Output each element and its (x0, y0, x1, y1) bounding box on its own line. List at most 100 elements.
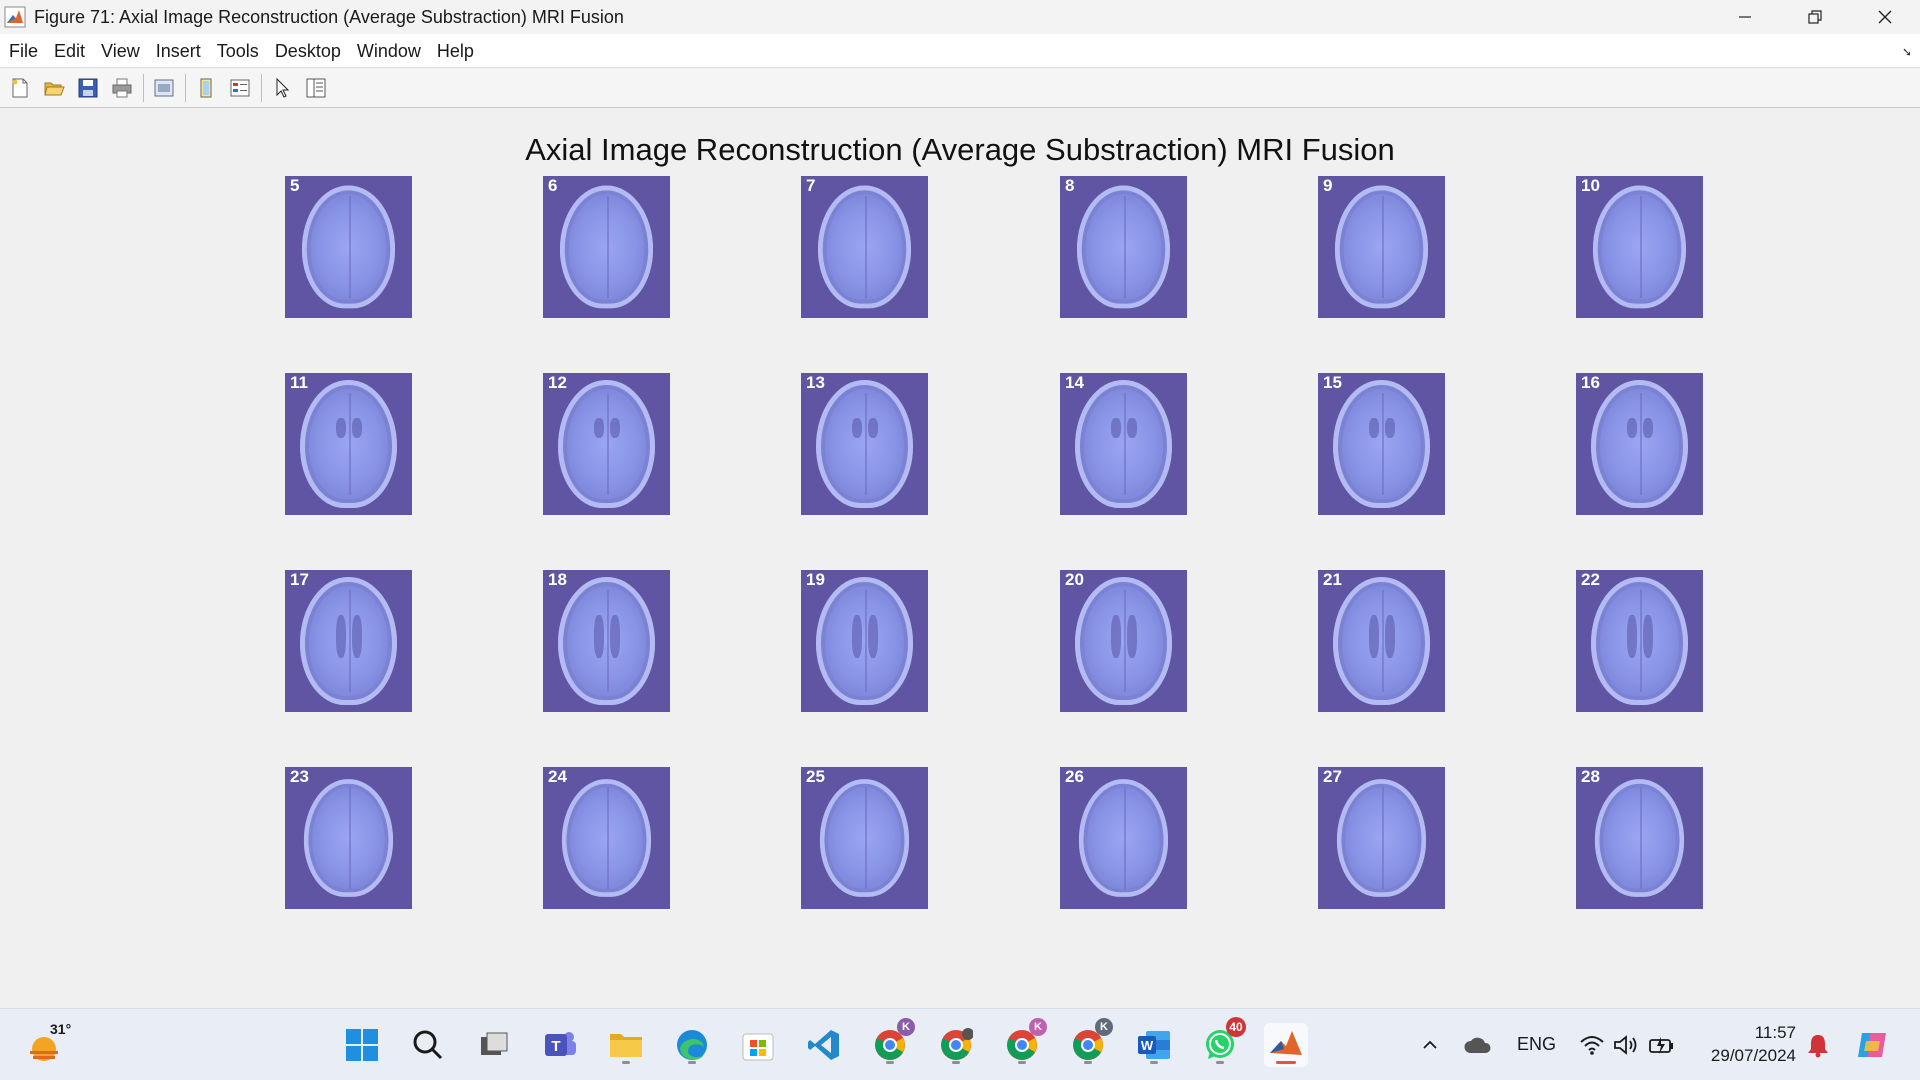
window-titlebar: Figure 71: Axial Image Reconstruction (A… (0, 0, 1920, 34)
clock-time: 11:57 (1754, 1023, 1796, 1042)
insert-legend-button[interactable] (225, 73, 255, 103)
mri-slice-tile: 16 (1576, 373, 1703, 515)
brain-midline (348, 589, 351, 693)
property-inspector-icon (306, 78, 326, 97)
open-file-button[interactable] (39, 73, 69, 103)
brain-ventricle (593, 615, 604, 659)
figure-toolbar (0, 68, 1920, 108)
brain-midline (864, 392, 867, 496)
toolbar-separator (143, 73, 144, 102)
task-view-button[interactable] (472, 1023, 516, 1067)
brain-midline (348, 786, 351, 890)
minimize-button[interactable] (1710, 0, 1780, 34)
brain-midline (1381, 392, 1384, 496)
chrome-button-profile-k2[interactable]: K (1000, 1018, 1047, 1067)
vscode-button[interactable] (802, 1023, 846, 1067)
save-icon (78, 78, 98, 97)
brain-midline (1381, 195, 1384, 299)
slice-number-label: 11 (290, 373, 308, 392)
slice-number-label: 15 (1323, 373, 1342, 392)
brain-midline (864, 786, 867, 890)
menu-help[interactable]: Help (429, 34, 482, 68)
menu-bar: File Edit View Insert Tools Desktop Wind… (0, 34, 1920, 68)
battery-button[interactable] (1640, 1023, 1684, 1067)
slice-number-label: 25 (806, 767, 825, 786)
whatsapp-button[interactable]: 40 (1198, 1017, 1246, 1067)
notification-badge: 40 (1226, 1017, 1246, 1037)
brain-ventricle (1626, 418, 1637, 439)
print-preview-button[interactable] (149, 73, 179, 103)
menu-window[interactable]: Window (349, 34, 429, 68)
print-button[interactable] (107, 73, 137, 103)
close-button[interactable] (1850, 0, 1920, 34)
menu-view[interactable]: View (93, 34, 148, 68)
system-clock[interactable]: 11:57 29/07/2024 (1711, 1021, 1796, 1067)
word-button[interactable]: W (1132, 1023, 1176, 1067)
bell-icon (1808, 1035, 1828, 1058)
matlab-button[interactable] (1264, 1023, 1308, 1067)
dock-arrow-icon[interactable]: ➘ (1902, 45, 1912, 59)
open-file-icon (44, 82, 65, 95)
link-plot-button[interactable] (191, 73, 221, 103)
search-icon (413, 1030, 443, 1060)
chrome-button-profile-incognito[interactable] (934, 1023, 978, 1067)
running-indicator (1150, 1061, 1158, 1064)
menu-tools[interactable]: Tools (209, 34, 267, 68)
copilot-icon (1858, 1033, 1886, 1057)
running-indicator (622, 1061, 630, 1064)
teams-button[interactable]: T (538, 1023, 582, 1067)
file-explorer-button[interactable] (604, 1023, 648, 1067)
edit-plot-arrow-icon (276, 77, 290, 98)
save-button[interactable] (73, 73, 103, 103)
slice-number-label: 14 (1065, 373, 1084, 392)
notifications-button[interactable] (1796, 1023, 1840, 1067)
mri-slice-tile: 21 (1318, 570, 1445, 712)
slice-number-label: 27 (1323, 767, 1342, 786)
slice-number-label: 7 (806, 176, 816, 195)
language-indicator[interactable]: ENG (1517, 1034, 1556, 1055)
menu-desktop[interactable]: Desktop (267, 34, 349, 68)
brain-ventricle (851, 615, 862, 659)
running-indicator (1084, 1061, 1092, 1064)
speaker-icon (1614, 1035, 1637, 1055)
mri-slice-tile: 26 (1060, 767, 1187, 909)
mri-slice-tile: 6 (543, 176, 670, 318)
mri-slice-tile: 18 (543, 570, 670, 712)
cloud-icon (1464, 1037, 1491, 1053)
edge-button[interactable] (670, 1023, 714, 1067)
chrome-button-profile-k3[interactable]: K (1066, 1018, 1113, 1067)
start-button[interactable] (340, 1023, 384, 1067)
figure-canvas: Axial Image Reconstruction (Average Subs… (0, 108, 1920, 1008)
new-figure-button[interactable] (5, 73, 35, 103)
brain-ventricle (610, 418, 621, 439)
new-figure-icon (12, 78, 28, 97)
copilot-button[interactable] (1850, 1023, 1894, 1067)
edge-icon (677, 1030, 707, 1060)
show-hidden-icons-button[interactable] (1408, 1023, 1452, 1067)
brain-ventricle (1643, 615, 1654, 659)
slice-number-label: 24 (548, 767, 567, 786)
edit-plot-button[interactable] (267, 73, 297, 103)
slice-number-label: 13 (806, 373, 825, 392)
menu-insert[interactable]: Insert (148, 34, 209, 68)
restore-button[interactable] (1780, 0, 1850, 34)
menu-edit[interactable]: Edit (46, 34, 93, 68)
chrome-button-profile-k[interactable]: K (868, 1018, 915, 1067)
microsoft-store-button[interactable] (736, 1023, 780, 1067)
search-button[interactable] (406, 1023, 450, 1067)
brain-ventricle (851, 418, 862, 439)
chevron-up-icon (1423, 1040, 1437, 1049)
mri-slice-tile: 24 (543, 767, 670, 909)
menu-file[interactable]: File (1, 34, 46, 68)
close-icon (1878, 10, 1892, 24)
mri-slice-tile: 14 (1060, 373, 1187, 515)
weather-widget[interactable]: 31° (26, 1021, 74, 1069)
slice-number-label: 6 (548, 176, 558, 195)
profile-badge: K (1095, 1018, 1113, 1036)
brain-midline (606, 392, 609, 496)
link-plot-icon (200, 78, 212, 97)
slice-number-label: 19 (806, 570, 825, 589)
mri-slice-tile: 12 (543, 373, 670, 515)
property-inspector-button[interactable] (301, 73, 331, 103)
onedrive-button[interactable] (1456, 1023, 1500, 1067)
